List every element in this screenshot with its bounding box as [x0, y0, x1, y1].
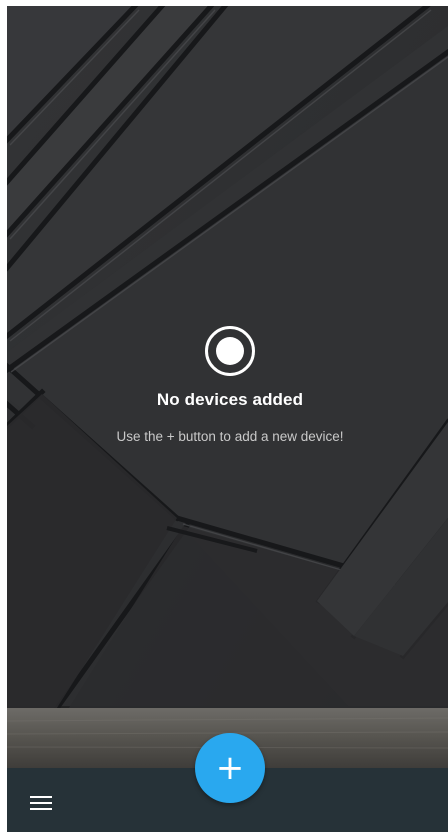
- wallpaper-graphic: [7, 6, 448, 768]
- plus-icon: +: [215, 748, 245, 788]
- device-list-screen: No devices added Use the + button to add…: [0, 0, 448, 832]
- hamburger-menu-icon: [30, 808, 52, 810]
- screen-left-border: [0, 0, 7, 832]
- hamburger-menu-icon: [30, 796, 52, 798]
- hamburger-menu-icon: [30, 802, 52, 804]
- add-device-button[interactable]: +: [195, 733, 265, 803]
- screen-top-border: [0, 0, 448, 6]
- dark-panel-wallpaper: [7, 6, 448, 768]
- menu-button[interactable]: [22, 786, 62, 820]
